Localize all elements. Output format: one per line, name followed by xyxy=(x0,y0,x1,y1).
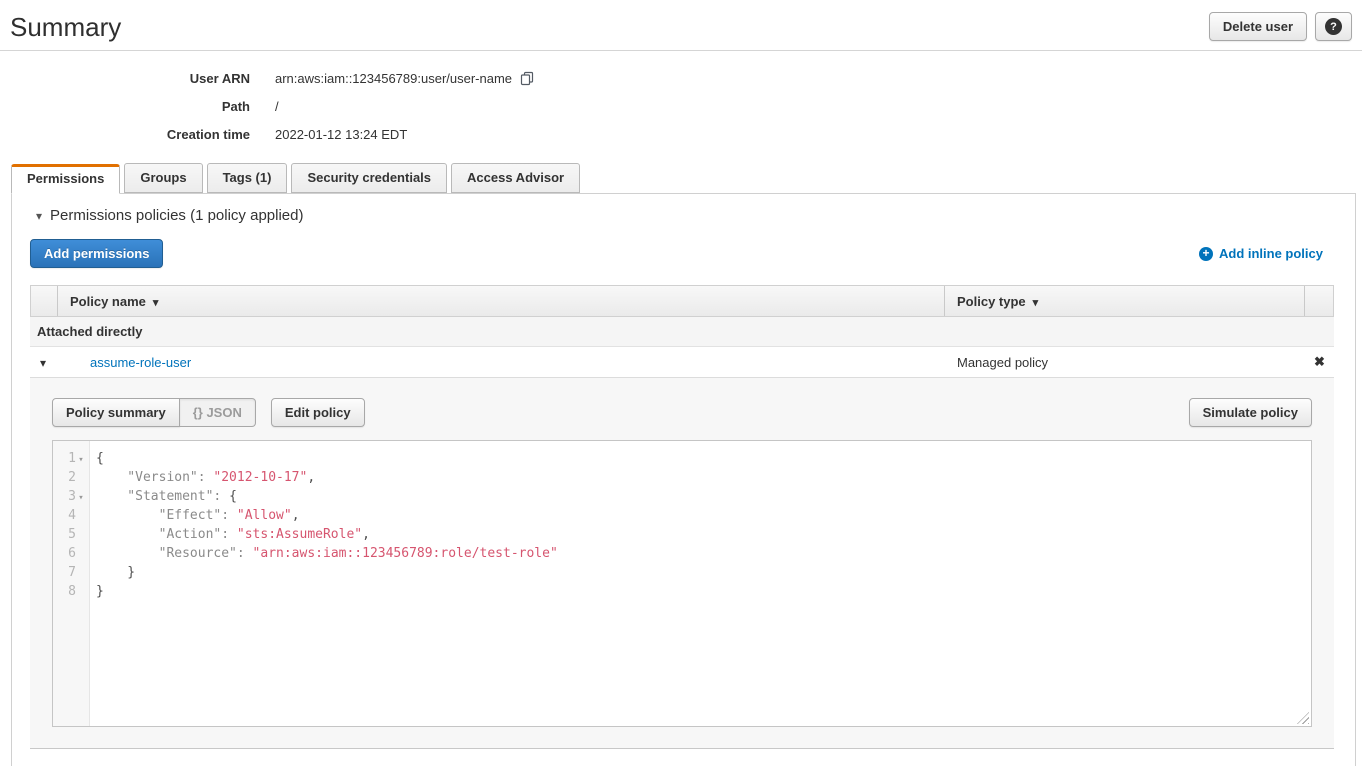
add-permissions-button[interactable]: Add permissions xyxy=(30,239,163,268)
fold-caret-icon[interactable] xyxy=(76,489,86,504)
creation-time-label: Creation time xyxy=(0,127,250,142)
attached-directly-group-header: Attached directly xyxy=(30,317,1334,347)
detail-row-creation-time: Creation time 2022-01-12 13:24 EDT xyxy=(0,120,1362,148)
gutter-line: 5 xyxy=(53,525,89,544)
code-line: "Version": "2012-10-17", xyxy=(96,468,1311,487)
gutter-line: 7 xyxy=(53,563,89,582)
page-title: Summary xyxy=(10,12,121,42)
title-divider xyxy=(0,50,1362,51)
gutter-line: 8 xyxy=(53,582,89,601)
question-mark-icon xyxy=(1325,18,1342,35)
json-view-button[interactable]: {} JSON xyxy=(180,398,256,427)
add-inline-policy-label: Add inline policy xyxy=(1219,246,1323,261)
table-row: assume-role-user Managed policy xyxy=(30,347,1334,378)
remove-policy-cell xyxy=(1305,354,1334,370)
creation-time-value: 2022-01-12 13:24 EDT xyxy=(275,127,407,142)
section-title: Permissions policies (1 policy applied) xyxy=(50,207,303,224)
policy-json-editor[interactable]: 1 2 3 4 5 6 7 8 { "Version": "2012-10-17… xyxy=(52,440,1312,727)
policy-actions-row: Add permissions Add inline policy xyxy=(26,239,1341,268)
view-buttons: Policy summary {} JSON Edit policy xyxy=(52,398,365,427)
plus-circle-icon xyxy=(1199,247,1213,261)
user-details: User ARN arn:aws:iam::123456789:user/use… xyxy=(0,64,1362,148)
detail-row-user-arn: User ARN arn:aws:iam::123456789:user/use… xyxy=(0,64,1362,92)
policy-summary-button[interactable]: Policy summary xyxy=(52,398,180,427)
column-policy-name[interactable]: Policy name xyxy=(57,286,944,316)
sort-caret-icon xyxy=(153,294,159,309)
policy-type-header-label: Policy type xyxy=(957,294,1026,309)
editor-code-area[interactable]: { "Version": "2012-10-17", "Statement": … xyxy=(90,441,1311,726)
copy-icon[interactable] xyxy=(520,71,535,86)
policies-table: Policy name Policy type Attached directl… xyxy=(30,285,1334,749)
gutter-line: 6 xyxy=(53,544,89,563)
tab-permissions[interactable]: Permissions xyxy=(11,164,120,194)
simulate-policy-button[interactable]: Simulate policy xyxy=(1189,398,1312,427)
gutter-line: 2 xyxy=(53,468,89,487)
code-line: } xyxy=(96,582,1311,601)
policy-name-header-label: Policy name xyxy=(70,294,146,309)
path-value: / xyxy=(275,99,279,114)
header-actions: Delete user xyxy=(1209,12,1352,41)
chevron-down-icon xyxy=(36,207,42,224)
tab-access-advisor[interactable]: Access Advisor xyxy=(451,163,580,193)
user-arn-value-wrap: arn:aws:iam::123456789:user/user-name xyxy=(275,71,535,86)
view-toggle-group: Policy summary {} JSON xyxy=(52,398,256,427)
header-toggle-cell xyxy=(31,286,57,316)
policy-name-link[interactable]: assume-role-user xyxy=(90,355,191,370)
tab-security-credentials[interactable]: Security credentials xyxy=(291,163,447,193)
row-expand-toggle[interactable] xyxy=(30,355,56,370)
tab-bar: Permissions Groups Tags (1) Security cre… xyxy=(0,163,1362,193)
code-line: "Statement": { xyxy=(96,487,1311,506)
page-header: Summary Delete user xyxy=(0,0,1362,42)
policy-detail-toolbar: Policy summary {} JSON Edit policy Simul… xyxy=(52,398,1312,427)
detail-row-path: Path / xyxy=(0,92,1362,120)
policy-name-cell: assume-role-user xyxy=(56,355,945,370)
path-label: Path xyxy=(0,99,250,114)
edit-policy-button[interactable]: Edit policy xyxy=(271,398,365,427)
code-line: "Action": "sts:AssumeRole", xyxy=(96,525,1311,544)
gutter-line: 3 xyxy=(53,487,89,506)
code-line: "Resource": "arn:aws:iam::123456789:role… xyxy=(96,544,1311,563)
code-line: "Effect": "Allow", xyxy=(96,506,1311,525)
column-policy-type[interactable]: Policy type xyxy=(944,286,1304,316)
permissions-tab-panel: Permissions policies (1 policy applied) … xyxy=(11,193,1356,766)
policy-detail-panel: Policy summary {} JSON Edit policy Simul… xyxy=(30,378,1334,749)
tab-groups[interactable]: Groups xyxy=(124,163,202,193)
help-button[interactable] xyxy=(1315,12,1352,41)
user-arn-label: User ARN xyxy=(0,71,250,86)
sort-caret-icon xyxy=(1033,294,1039,309)
editor-gutter: 1 2 3 4 5 6 7 8 xyxy=(53,441,90,726)
table-header: Policy name Policy type xyxy=(30,285,1334,317)
tab-tags[interactable]: Tags (1) xyxy=(207,163,288,193)
user-arn-value: arn:aws:iam::123456789:user/user-name xyxy=(275,71,512,86)
policy-type-cell: Managed policy xyxy=(945,355,1305,370)
code-line: } xyxy=(96,563,1311,582)
gutter-line: 1 xyxy=(53,449,89,468)
code-line: { xyxy=(96,449,1311,468)
remove-policy-x-icon[interactable] xyxy=(1314,354,1325,370)
header-remove-cell xyxy=(1304,286,1333,316)
permissions-policies-section-toggle[interactable]: Permissions policies (1 policy applied) xyxy=(36,207,1341,224)
fold-caret-icon[interactable] xyxy=(76,451,86,466)
delete-user-button[interactable]: Delete user xyxy=(1209,12,1307,41)
gutter-line: 4 xyxy=(53,506,89,525)
chevron-down-icon xyxy=(40,355,46,370)
add-inline-policy-link[interactable]: Add inline policy xyxy=(1199,246,1323,261)
